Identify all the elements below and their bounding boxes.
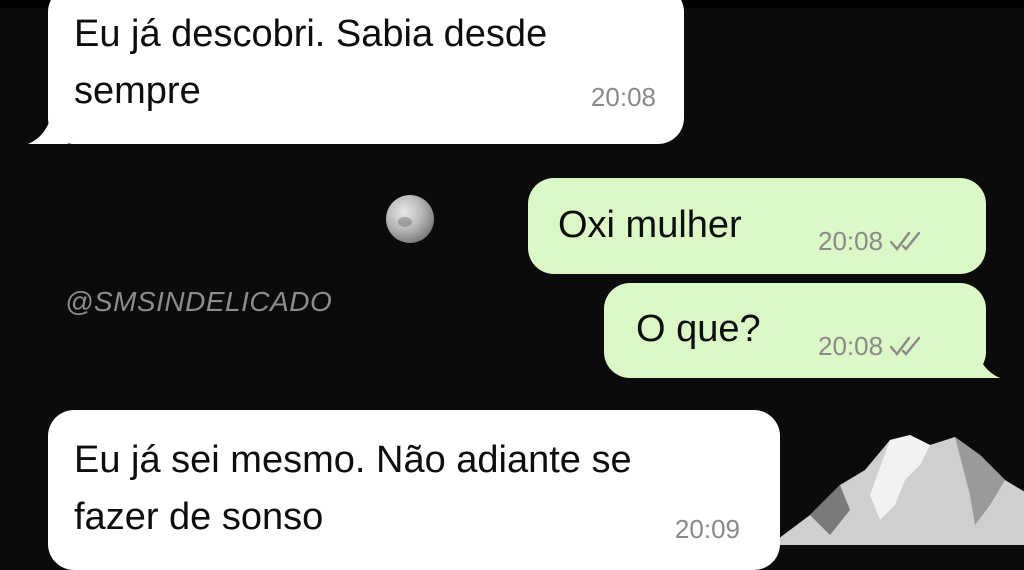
message-time: 20:08	[590, 82, 656, 112]
message-text-line: Eu já descobri. Sabia desde	[74, 13, 548, 55]
bubble-tail-outgoing	[960, 344, 1000, 378]
watermark-text: @SMSINDELICADO	[65, 286, 333, 317]
message-text: O que?	[636, 308, 761, 350]
message-bubble-incoming[interactable]: Eu já descobri. Sabia desde sempre 20:08	[48, 0, 684, 144]
message-time: 20:08	[818, 226, 884, 256]
mountain-image	[770, 435, 1024, 545]
message-text-line: fazer de sonso	[74, 496, 324, 538]
message-text-line: sempre	[74, 70, 201, 112]
message-bubble-outgoing[interactable]: O que? 20:08	[604, 283, 986, 378]
bubble-tail-incoming	[28, 110, 68, 144]
message-meta: 20:08	[818, 226, 927, 257]
double-check-icon	[889, 231, 921, 251]
moon-image	[386, 195, 434, 243]
double-check-icon	[889, 336, 921, 356]
message-bubble-incoming[interactable]: Eu já sei mesmo. Não adiante se fazer de…	[48, 410, 780, 570]
message-meta: 20:08	[818, 331, 927, 362]
message-text-line: Eu já sei mesmo. Não adiante se	[74, 439, 632, 481]
message-time: 20:09	[674, 514, 740, 544]
message-text: Eu já descobri. Sabia desde sempre	[74, 6, 547, 120]
message-time: 20:08	[818, 331, 884, 361]
message-text: Eu já sei mesmo. Não adiante se fazer de…	[74, 432, 632, 546]
message-bubble-outgoing[interactable]: Oxi mulher 20:08	[528, 178, 986, 274]
message-text: Oxi mulher	[558, 204, 742, 246]
